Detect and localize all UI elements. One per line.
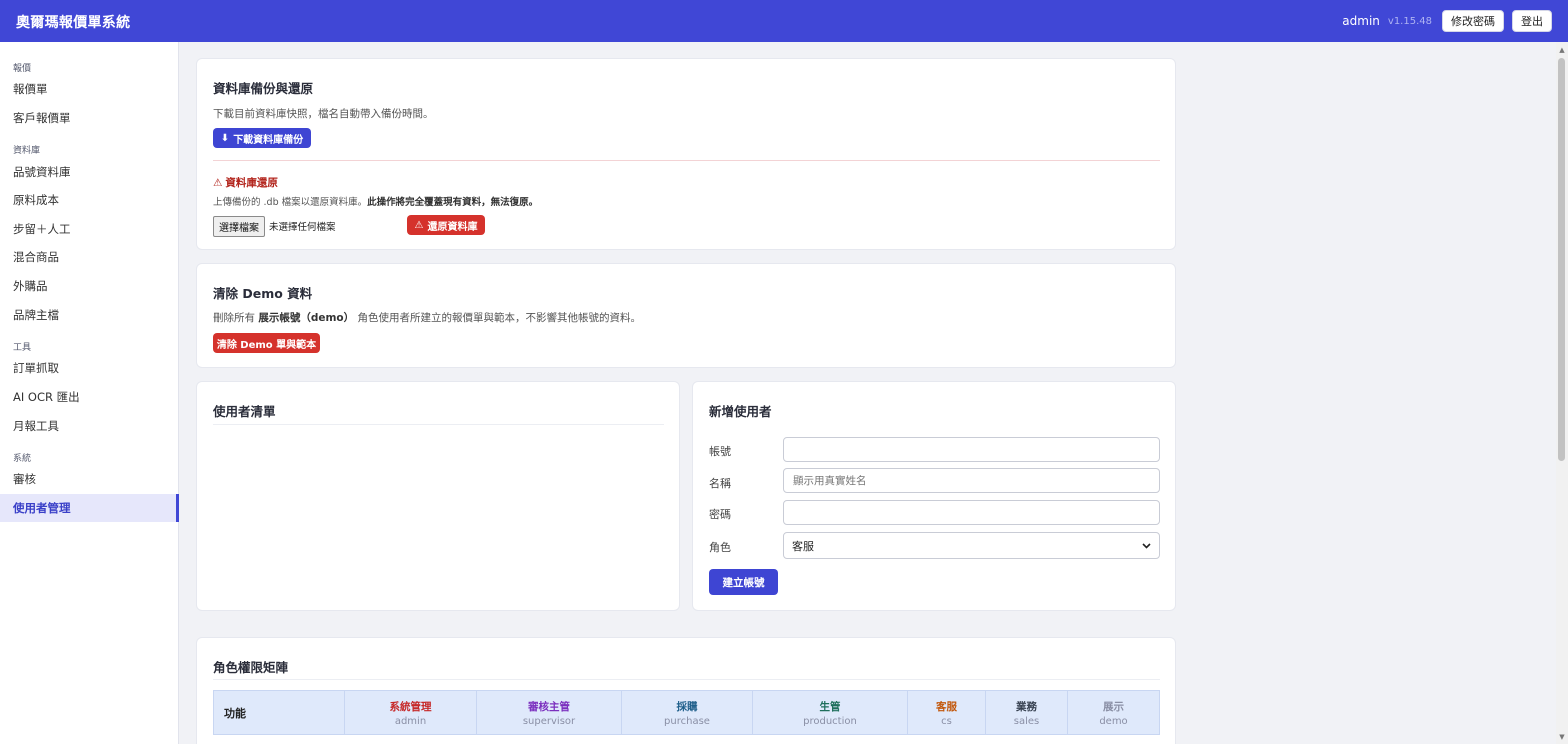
- account-label: 帳號: [709, 445, 731, 458]
- backup-description: 下載目前資料庫快照，檔名自動帶入備份時間。: [213, 108, 434, 120]
- new-user-title: 新增使用者: [709, 404, 772, 419]
- role-matrix-divider: [213, 679, 1160, 680]
- password-input[interactable]: [783, 500, 1160, 525]
- choose-file-button[interactable]: 選擇檔案: [213, 216, 265, 237]
- clear-demo-description: 刪除所有 展示帳號（demo） 角色使用者所建立的報價單與範本，不影響其他帳號的…: [213, 312, 641, 324]
- sidebar-item-ai-ocr[interactable]: AI OCR 匯出: [0, 383, 179, 411]
- chevron-down-icon: [1142, 542, 1151, 549]
- version-label: v1.15.48: [1387, 15, 1432, 27]
- header-actions: admin v1.15.48 修改密碼 登出: [1342, 10, 1552, 32]
- role-select-value: 客服: [792, 539, 814, 553]
- current-user: admin: [1342, 14, 1380, 28]
- role-matrix-title: 角色權限矩陣: [213, 660, 289, 675]
- sidebar-section-system: 系統: [13, 454, 32, 464]
- scroll-down-icon[interactable]: ▼: [1557, 732, 1567, 742]
- user-list-card: 使用者清單: [196, 381, 680, 611]
- sidebar-item-quote[interactable]: 報價單: [0, 75, 179, 103]
- backup-divider: [213, 160, 1160, 161]
- app-title: 奧爾瑪報價單系統: [16, 15, 131, 31]
- password-label: 密碼: [709, 508, 731, 521]
- new-user-card: 新增使用者 帳號 名稱 密碼 角色 客服 建立帳號: [692, 381, 1176, 611]
- name-label: 名稱: [709, 477, 731, 490]
- matrix-role-admin: 系統管理 admin: [345, 691, 477, 734]
- sidebar-item-material-cost[interactable]: 原料成本: [0, 186, 179, 214]
- matrix-role-cs: 客服 cs: [908, 691, 986, 734]
- matrix-feature-header: 功能: [214, 691, 345, 734]
- sidebar-item-outsourced[interactable]: 外購品: [0, 272, 179, 300]
- role-select[interactable]: 客服: [783, 532, 1160, 559]
- clear-demo-button[interactable]: 清除 Demo 單與範本: [213, 333, 320, 353]
- sidebar: 報價 報價單 客戶報價單 資料庫 品號資料庫 原料成本 步留＋人工 混合商品 外…: [0, 42, 179, 744]
- matrix-role-sales: 業務 sales: [986, 691, 1068, 734]
- restore-database-button[interactable]: ⚠ 還原資料庫: [407, 215, 485, 235]
- sidebar-item-mixed-product[interactable]: 混合商品: [0, 243, 179, 271]
- sidebar-section-database: 資料庫: [13, 146, 41, 156]
- clear-demo-title: 清除 Demo 資料: [213, 286, 313, 301]
- account-input[interactable]: [783, 437, 1160, 462]
- clear-demo-card: 清除 Demo 資料 刪除所有 展示帳號（demo） 角色使用者所建立的報價單與…: [196, 263, 1176, 368]
- backup-title: 資料庫備份與還原: [213, 81, 314, 96]
- scroll-up-icon[interactable]: ▲: [1557, 45, 1567, 55]
- matrix-role-purchase: 採購 purchase: [622, 691, 753, 734]
- backup-restore-card: 資料庫備份與還原 下載目前資料庫快照，檔名自動帶入備份時間。 ⬇ 下載資料庫備份…: [196, 58, 1176, 250]
- sidebar-section-quote: 報價: [13, 64, 32, 74]
- no-file-label: 未選擇任何檔案: [269, 222, 336, 233]
- name-input[interactable]: [783, 468, 1160, 493]
- role-matrix-header: 功能 系統管理 admin 審核主管 supervisor 採購 purchas…: [213, 690, 1160, 735]
- role-matrix-card: 角色權限矩陣 功能 系統管理 admin 審核主管 supervisor 採購 …: [196, 637, 1176, 744]
- warning-icon: ⚠: [414, 219, 424, 231]
- restore-title: ⚠ 資料庫還原: [213, 176, 278, 190]
- matrix-role-production: 生管 production: [753, 691, 908, 734]
- user-list-divider: [213, 424, 664, 425]
- role-label: 角色: [709, 541, 731, 554]
- matrix-role-supervisor: 審核主管 supervisor: [477, 691, 622, 734]
- sidebar-item-user-management[interactable]: 使用者管理: [0, 494, 179, 522]
- sidebar-item-brand-master[interactable]: 品牌主檔: [0, 301, 179, 329]
- sidebar-item-monthly-report[interactable]: 月報工具: [0, 412, 179, 440]
- sidebar-item-product-db[interactable]: 品號資料庫: [0, 158, 179, 186]
- logout-button[interactable]: 登出: [1512, 10, 1552, 32]
- sidebar-item-customer-quote[interactable]: 客戶報價單: [0, 104, 179, 132]
- sidebar-item-review[interactable]: 審核: [0, 465, 179, 493]
- warning-icon: ⚠: [213, 176, 223, 189]
- download-backup-button[interactable]: ⬇ 下載資料庫備份: [213, 128, 311, 148]
- user-list-title: 使用者清單: [213, 404, 276, 419]
- download-icon: ⬇: [220, 132, 230, 144]
- matrix-role-demo: 展示 demo: [1099, 700, 1128, 727]
- sidebar-item-yield-labor[interactable]: 步留＋人工: [0, 215, 179, 243]
- restore-description: 上傳備份的 .db 檔案以還原資料庫。此操作將完全覆蓋現有資料，無法復原。: [213, 197, 539, 208]
- top-bar: 奧爾瑪報價單系統 admin v1.15.48 修改密碼 登出: [0, 0, 1568, 42]
- sidebar-item-order-fetch[interactable]: 訂單抓取: [0, 354, 179, 382]
- scrollbar-thumb[interactable]: [1558, 58, 1565, 461]
- sidebar-section-tools: 工具: [13, 343, 32, 353]
- create-account-button[interactable]: 建立帳號: [709, 569, 778, 595]
- change-password-button[interactable]: 修改密碼: [1442, 10, 1504, 32]
